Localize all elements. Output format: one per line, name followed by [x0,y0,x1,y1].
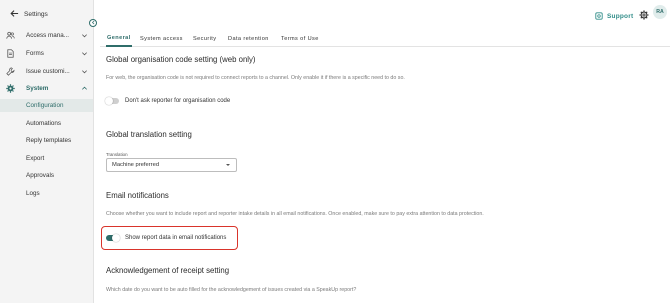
sidebar-subitem-logs[interactable]: Logs [0,187,93,200]
settings-title: Settings [24,10,48,18]
tab-security[interactable]: Security [193,31,216,47]
translation-field-label: Translation [106,152,128,157]
sidebar-item-label: Forms [26,49,44,57]
support-button[interactable]: Support [595,7,633,25]
ack-description: Which date do you want to be auto filled… [106,287,357,293]
email-toggle-row: Show report data in email notifications [106,234,227,242]
tab-system-access[interactable]: System access [140,31,183,47]
avatar[interactable]: RA [653,5,667,19]
sidebar-item-issue-customization[interactable]: Issue customi... [0,64,93,78]
chevron-down-icon [80,31,88,39]
translation-select[interactable]: Machine preferred [106,158,237,172]
sidebar-subitem-configuration[interactable]: Configuration [0,99,93,112]
sidebar-item-system[interactable]: System [0,81,93,95]
sidebar-item-forms[interactable]: Forms [0,46,93,60]
users-icon [6,31,15,40]
chevron-down-icon [80,67,88,75]
sidebar-subitem-label: Reply templates [26,137,72,144]
settings-header[interactable]: Settings [10,8,48,20]
email-section-title: Email notifications [106,191,169,200]
toggle-knob [105,97,113,105]
back-arrow-icon[interactable] [10,9,20,20]
org-code-toggle-row: Don't ask reporter for organisation code [105,97,231,105]
settings-tabs: General System access Security Data rete… [100,31,670,47]
settings-gear-icon[interactable] [639,7,649,20]
email-toggle[interactable] [106,234,120,242]
sidebar-subitem-automations[interactable]: Automations [0,117,93,130]
wrench-icon [6,67,15,76]
sidebar-subitem-label: Logs [26,190,40,197]
sidebar-subitem-reply-templates[interactable]: Reply templates [0,134,93,147]
sidebar-subitem-export[interactable]: Export [0,152,93,165]
translation-select-value: Machine preferred [112,162,160,168]
topbar: Support RA [94,0,670,24]
sidebar-subitem-label: Export [26,155,45,162]
email-description: Choose whether you want to include repor… [106,211,484,217]
toggle-knob [112,234,120,242]
sidebar-subitem-label: Automations [26,120,62,127]
sidebar-subitem-label: Approvals [26,172,55,179]
ack-section-title: Acknowledgement of receipt setting [106,266,230,275]
org-code-section-title: Global organisation code setting (web on… [106,55,256,64]
chevron-up-icon [80,84,88,92]
sidebar-item-label: System [26,84,49,92]
translation-section-title: Global translation setting [106,130,192,139]
org-code-toggle[interactable] [105,97,119,105]
gear-icon [6,83,15,93]
org-code-description: For web, the organisation code is not re… [106,75,405,81]
support-label: Support [607,12,634,20]
sidebar-item-label: Access mana... [26,31,70,39]
org-code-toggle-label: Don't ask reporter for organisation code [125,98,231,104]
tab-terms-of-use[interactable]: Terms of Use [281,31,319,47]
sidebar-subitem-approvals[interactable]: Approvals [0,169,93,182]
chevron-down-icon [80,49,88,57]
caret-down-icon [226,164,230,166]
sidebar-item-label: Issue customi... [26,67,70,75]
support-icon [595,7,603,25]
sidebar-item-access-management[interactable]: Access mana... [0,28,93,42]
tab-general[interactable]: General [106,31,132,47]
document-icon [6,48,15,58]
tab-data-retention[interactable]: Data retention [228,31,269,47]
sidebar: Settings Access mana... Forms Issue cust… [0,0,94,303]
email-toggle-label: Show report data in email notifications [125,235,227,241]
sidebar-subitem-label: Configuration [26,102,64,109]
